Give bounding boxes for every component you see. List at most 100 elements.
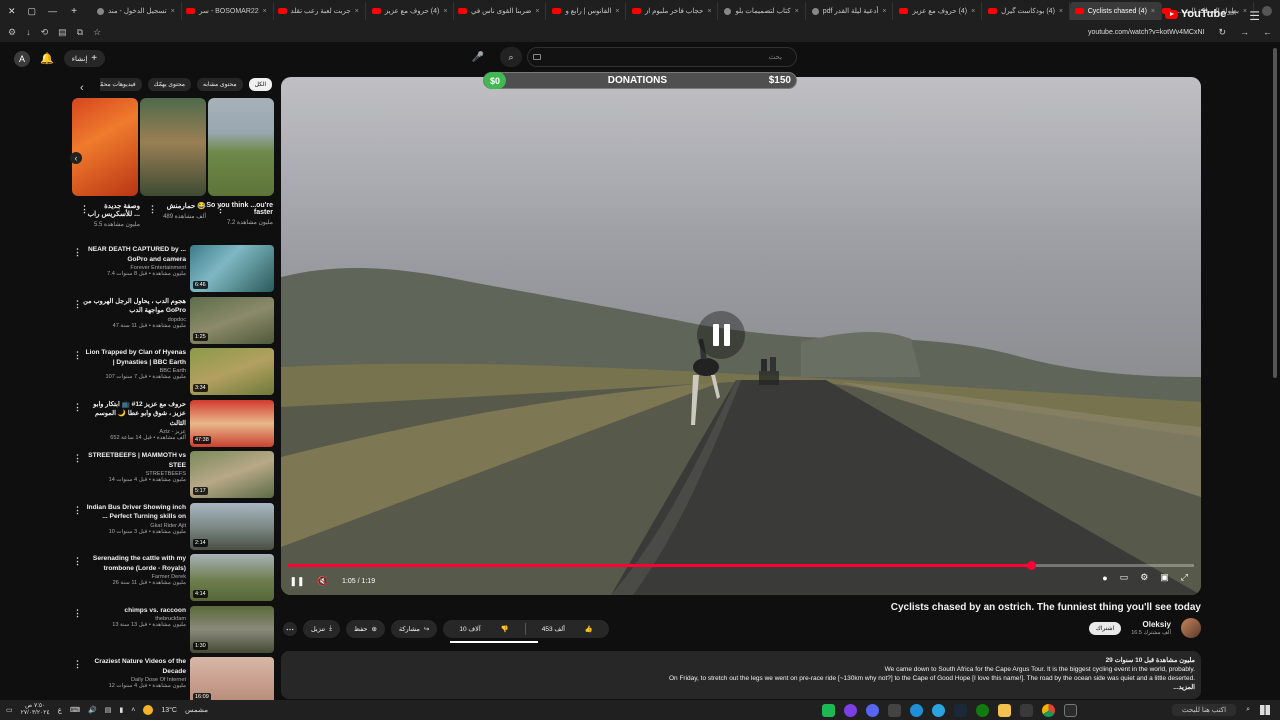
taskbar-search-box[interactable]: اكتب هنا للبحث bbox=[1172, 704, 1237, 716]
avatar[interactable]: A bbox=[14, 50, 30, 67]
video-thumbnail[interactable]: 47:38 bbox=[190, 399, 274, 447]
app-icon-store[interactable] bbox=[1020, 703, 1033, 717]
video-title[interactable]: حروف مع عزيز 12# 📺 ابتكار وابو عزيز ، شو… bbox=[82, 400, 186, 429]
app-icon-green[interactable] bbox=[822, 703, 835, 717]
video-title[interactable]: هجوم الدب ، يحاول الرجل الهروب من مواجهة… bbox=[82, 297, 186, 316]
miniplayer-icon[interactable]: ▣ bbox=[1160, 572, 1169, 583]
url-text[interactable]: youtube.com/watch?v=kotWv4MCxNI bbox=[1088, 29, 1205, 36]
like-button[interactable]: 453 ألف 👍 bbox=[526, 620, 609, 638]
browser-tab[interactable]: × جربت لعبة رعب تقلد bbox=[274, 2, 366, 20]
create-button[interactable]: إنشاء + bbox=[63, 50, 106, 67]
app-icon-calculator[interactable] bbox=[888, 703, 901, 717]
back-icon[interactable]: ← bbox=[1263, 27, 1272, 37]
video-thumbnail[interactable]: 16:09 bbox=[190, 657, 274, 704]
browser-tab[interactable]: × تسجيل الدخول - مند bbox=[91, 2, 182, 20]
video-title[interactable]: NEAR DEATH CAPTURED by ... GoPro and cam… bbox=[82, 245, 186, 264]
more-actions-icon[interactable]: ⋯ bbox=[283, 622, 297, 636]
more-menu-icon[interactable]: ⋮ bbox=[73, 608, 82, 619]
recommendation-item[interactable]: 6:46 NEAR DEATH CAPTURED by ... GoPro and… bbox=[72, 245, 274, 295]
app-icon-edge[interactable] bbox=[910, 703, 923, 717]
tab-close-icon[interactable]: × bbox=[355, 8, 359, 15]
recommendation-item[interactable]: 1:25 هجوم الدب ، يحاول الرجل الهروب من مو… bbox=[72, 296, 274, 347]
more-menu-icon[interactable]: ⋮ bbox=[73, 402, 82, 413]
app-icon-folder[interactable] bbox=[998, 703, 1011, 717]
more-menu-icon[interactable]: ⋮ bbox=[73, 556, 82, 567]
more-menu-icon[interactable]: ⋮ bbox=[73, 505, 82, 516]
app-icon-purple[interactable] bbox=[844, 703, 857, 717]
short-more-menu-icon[interactable]: ⋮ bbox=[216, 204, 225, 215]
channel-name[interactable]: Oleksiy bbox=[1131, 620, 1171, 629]
tab-close-icon[interactable]: × bbox=[443, 8, 447, 15]
settings-gear-icon[interactable]: ⚙ bbox=[1140, 572, 1148, 583]
video-title[interactable]: chimps vs. raccoon bbox=[82, 606, 186, 616]
description-more-link[interactable]: ...المزيد bbox=[287, 683, 1195, 692]
browser-tab[interactable]: × الفانوس | رابع و bbox=[546, 2, 627, 20]
tab-close-icon[interactable]: × bbox=[707, 8, 711, 15]
taskbar-search-icon[interactable]: ⌕ bbox=[1246, 706, 1250, 714]
video-thumbnail[interactable]: 6:46 bbox=[190, 245, 274, 292]
language-indicator[interactable]: ع bbox=[58, 706, 62, 714]
video-title[interactable]: Serenading the cattle with my trombone (… bbox=[82, 554, 186, 573]
app-icon-xbox[interactable] bbox=[976, 703, 989, 717]
video-title[interactable]: Lion Trapped by Clan of Hyenas | Dynasti… bbox=[82, 348, 186, 367]
minimize-window-icon[interactable]: — bbox=[48, 6, 57, 17]
browser-tab[interactable]: × BOSOMAR22 - سر bbox=[182, 2, 274, 20]
share-button[interactable]: مشاركة ↪ bbox=[390, 620, 438, 638]
volume-icon[interactable]: 🔊 bbox=[88, 706, 97, 714]
browser-tab[interactable]: × (4) Cyclists chased bbox=[1070, 2, 1162, 20]
recommendation-item[interactable]: 5:17 STREETBEEFS | MAMMOTH vs STEE STREETB… bbox=[72, 451, 274, 501]
more-menu-icon[interactable]: ⋮ bbox=[73, 659, 82, 670]
mute-icon[interactable]: 🔇 bbox=[314, 572, 332, 590]
video-thumbnail[interactable]: 4:14 bbox=[190, 554, 274, 601]
short-title[interactable]: وصفة جديدة للأسكريس راب ... bbox=[84, 202, 140, 218]
autoplay-toggle-icon[interactable]: ● bbox=[1102, 573, 1107, 583]
forward-icon[interactable]: → bbox=[1240, 27, 1249, 37]
tab-close-icon[interactable]: × bbox=[882, 8, 886, 15]
search-button[interactable]: ⌕ bbox=[500, 47, 522, 67]
browser-tab[interactable]: × (4) حروف مع عزيز bbox=[366, 2, 455, 20]
more-menu-icon[interactable]: ⋮ bbox=[73, 247, 82, 258]
app-icon-steam[interactable] bbox=[954, 703, 967, 717]
chip-similar[interactable]: محتوى مشابه bbox=[196, 78, 243, 91]
download-button[interactable]: تنزيل ⤓ bbox=[303, 620, 340, 638]
short-more-menu-icon[interactable]: ⋮ bbox=[80, 204, 89, 215]
center-pause-icon[interactable] bbox=[697, 311, 745, 359]
recommendation-item[interactable]: 47:38 حروف مع عزيز 12# 📺 ابتكار وابو عزيز… bbox=[72, 399, 274, 450]
subscribe-button[interactable]: اشتراك bbox=[1088, 621, 1122, 635]
short-thumbnail-3[interactable] bbox=[208, 98, 274, 196]
chip-for-you[interactable]: محتوى يهمّك bbox=[147, 78, 191, 91]
refresh-icon[interactable]: ↻ bbox=[1218, 27, 1226, 38]
recommendation-item[interactable]: 3:34 Lion Trapped by Clan of Hyenas | Dyn… bbox=[72, 348, 274, 398]
new-tab-button[interactable]: + bbox=[71, 6, 77, 17]
description-box[interactable]: 29 مليون مشاهدة قبل 10 سنوات We came dow… bbox=[281, 651, 1201, 699]
video-thumbnail[interactable]: 5:17 bbox=[190, 451, 274, 498]
youtube-logo[interactable]: YouTube SA bbox=[1164, 8, 1236, 20]
copy-icon[interactable]: ⧉ bbox=[77, 27, 83, 38]
chips-left-chevron-icon[interactable]: ‹ bbox=[80, 82, 84, 94]
browser-tab[interactable]: × (4) حروف مع عزيز bbox=[893, 2, 983, 20]
browser-tab[interactable]: × (4) بودكاست گيرل bbox=[982, 2, 1070, 20]
tab-close-icon[interactable]: × bbox=[171, 8, 175, 15]
recommendation-item[interactable]: 4:14 Serenading the cattle with my trombo… bbox=[72, 554, 274, 604]
short-more-menu-icon[interactable]: ⋮ bbox=[148, 204, 157, 215]
more-menu-icon[interactable]: ⋮ bbox=[73, 299, 82, 310]
video-title[interactable]: STREETBEEFS | MAMMOTH vs STEE bbox=[82, 451, 186, 470]
recommendation-item[interactable]: 1:30 chimps vs. raccoon thebruckfam 13 مليو… bbox=[72, 605, 274, 656]
video-title[interactable]: Indian Bus Driver Showing inch ... Perfe… bbox=[82, 503, 186, 522]
short-thumbnail-2[interactable] bbox=[140, 98, 206, 196]
tab-close-icon[interactable]: × bbox=[1243, 8, 1247, 15]
tab-close-icon[interactable]: × bbox=[263, 8, 267, 15]
video-thumbnail[interactable]: 1:25 bbox=[190, 296, 274, 344]
video-thumbnail[interactable]: 1:30 bbox=[190, 605, 274, 653]
shorts-prev-chevron-icon[interactable]: ‹ bbox=[70, 152, 82, 164]
chip-recent[interactable]: فيديوهات محمّلة حديثًا bbox=[100, 78, 142, 91]
battery-icon[interactable]: ▮ bbox=[119, 706, 123, 714]
close-window-icon[interactable]: ✕ bbox=[8, 6, 16, 17]
menu-hamburger-icon[interactable]: ☰ bbox=[1249, 9, 1260, 23]
app-icon-chrome[interactable] bbox=[1042, 703, 1055, 717]
fullscreen-icon[interactable]: ⤢ bbox=[1181, 572, 1188, 583]
extensions-icon[interactable]: ⚙ bbox=[8, 27, 16, 38]
maximize-window-icon[interactable]: ▢ bbox=[28, 6, 37, 17]
weather-sun-icon[interactable] bbox=[143, 705, 154, 715]
more-menu-icon[interactable]: ⋮ bbox=[73, 453, 82, 464]
